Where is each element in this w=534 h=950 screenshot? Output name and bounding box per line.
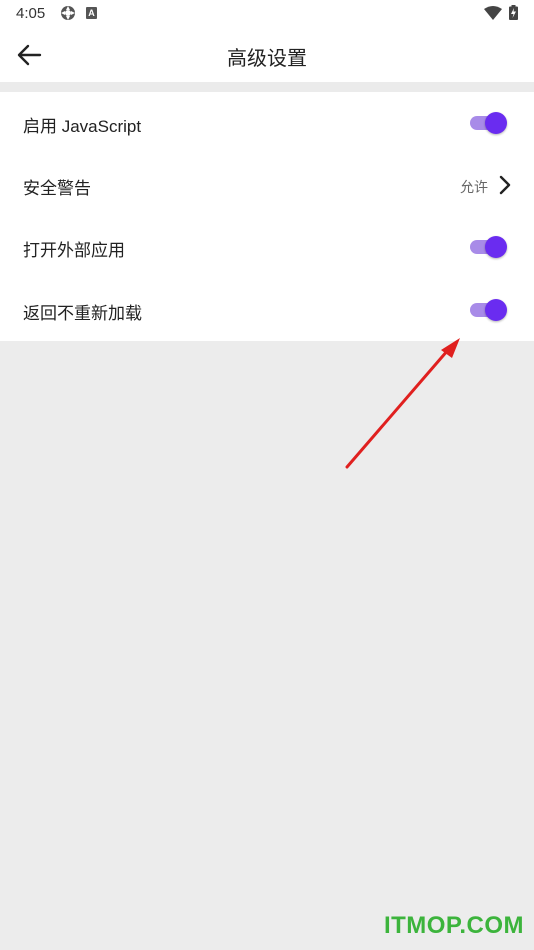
setting-label: 启用 JavaScript <box>23 117 142 136</box>
setting-row-open-external-apps[interactable]: 打开外部应用 <box>0 216 534 278</box>
open-external-apps-toggle[interactable] <box>469 236 509 258</box>
setting-row-no-reload-on-back[interactable]: 返回不重新加载 <box>0 279 534 341</box>
toggle-knob <box>485 236 507 258</box>
watermark: ITMOP.COM <box>383 912 524 939</box>
toggle-knob <box>485 299 507 321</box>
battery-charging-icon <box>509 5 518 20</box>
setting-row-security-warning[interactable]: 安全警告 允许 <box>0 154 534 216</box>
status-time: 4:05 <box>16 5 46 22</box>
wifi-icon <box>484 6 502 20</box>
page-title: 高级设置 <box>227 48 307 70</box>
settings-gear-icon <box>61 6 75 20</box>
a-badge-icon: A <box>86 7 97 19</box>
status-bar: 4:05 A <box>0 0 534 28</box>
setting-value: 允许 <box>460 179 488 195</box>
toggle-knob <box>485 112 507 134</box>
javascript-toggle[interactable] <box>469 112 509 134</box>
app-bar: 高级设置 <box>0 28 534 82</box>
chevron-right-icon <box>499 175 511 195</box>
setting-label: 安全警告 <box>23 179 91 198</box>
setting-label: 返回不重新加载 <box>23 304 142 323</box>
setting-row-javascript[interactable]: 启用 JavaScript <box>0 92 534 154</box>
no-reload-on-back-toggle[interactable] <box>469 299 509 321</box>
section-divider <box>0 82 534 92</box>
settings-list: 启用 JavaScript 安全警告 允许 打开外部应用 返回不重新加载 <box>0 92 534 341</box>
setting-label: 打开外部应用 <box>23 241 125 260</box>
